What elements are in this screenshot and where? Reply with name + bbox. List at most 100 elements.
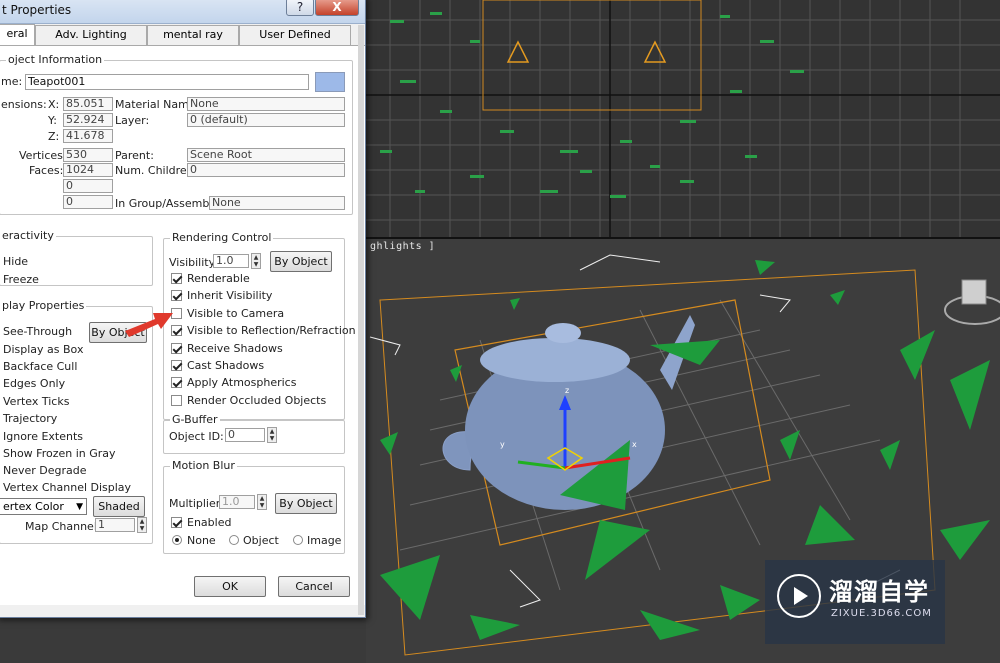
- parent-value: Scene Root: [187, 148, 345, 162]
- visible-to-camera-label: Visible to Camera: [187, 307, 285, 320]
- watermark-cn: 溜溜自学: [829, 578, 929, 606]
- faces-value: 1024: [63, 163, 113, 177]
- parent-label: Parent:: [115, 149, 154, 162]
- annotation-arrow-icon: [125, 313, 173, 337]
- visibility-by-object-button[interactable]: By Object: [270, 251, 332, 272]
- play-logo-icon: [777, 574, 821, 618]
- material-name-value: None: [187, 97, 345, 111]
- renderable-checkbox[interactable]: [171, 273, 182, 284]
- dialog-title: t Properties: [2, 3, 72, 17]
- cancel-button[interactable]: Cancel: [278, 576, 350, 597]
- y-dimension: 52.924: [63, 113, 113, 127]
- vertex-channel-display-option[interactable]: Vertex Channel Display: [3, 481, 131, 494]
- num-children-value: 0: [187, 163, 345, 177]
- map-channel-label: Map Channel:: [25, 520, 101, 533]
- interactivity-title: eractivity: [0, 229, 56, 242]
- motion-blur-title: Motion Blur: [170, 459, 237, 472]
- tab-mental-ray[interactable]: mental ray: [147, 25, 239, 45]
- tab-adv-lighting[interactable]: Adv. Lighting: [35, 25, 147, 45]
- object-properties-dialog: t Properties ? X eral Adv. Lighting ment…: [0, 0, 366, 618]
- name-label: me:: [1, 75, 23, 88]
- render-occluded-label: Render Occluded Objects: [187, 394, 327, 407]
- shaded-button[interactable]: Shaded: [93, 496, 145, 517]
- cast-shadows-checkbox[interactable]: [171, 360, 182, 371]
- object-id-label: Object ID:: [169, 430, 224, 443]
- visibility-label: Visibility:: [169, 256, 219, 269]
- layer-value: 0 (default): [187, 113, 345, 127]
- name-input[interactable]: Teapot001: [25, 74, 309, 90]
- visible-to-reflection-label: Visible to Reflection/Refraction: [187, 324, 356, 337]
- title-bar[interactable]: t Properties ? X: [0, 0, 365, 24]
- object-color-swatch[interactable]: [315, 72, 345, 92]
- map-channel-spinner[interactable]: ▲ ▼: [137, 517, 147, 533]
- faces-label: Faces:: [29, 164, 64, 177]
- motion-blur-object-radio[interactable]: [229, 535, 239, 545]
- group-assembly-label: In Group/Assembly:: [115, 197, 222, 210]
- tab-general[interactable]: eral: [0, 24, 35, 46]
- never-degrade-option[interactable]: Never Degrade: [3, 464, 87, 477]
- extra-field-2: 0: [63, 195, 113, 209]
- x-dimension: 85.051: [63, 97, 113, 111]
- gizmo-y-label: y: [500, 440, 505, 449]
- display-properties-title: play Properties: [0, 299, 87, 312]
- motion-blur-image-radio[interactable]: [293, 535, 303, 545]
- watermark-en: ZIXUE.3D66.COM: [831, 608, 932, 619]
- vertex-ticks-option[interactable]: Vertex Ticks: [3, 395, 69, 408]
- hide-option[interactable]: Hide: [3, 255, 28, 268]
- group-assembly-value: None: [209, 196, 345, 210]
- ok-button[interactable]: OK: [194, 576, 266, 597]
- inherit-visibility-checkbox[interactable]: [171, 290, 182, 301]
- motion-blur-enabled-checkbox[interactable]: [171, 517, 182, 528]
- gizmo-z-label: z: [565, 386, 570, 395]
- vertices-label: Vertices:: [19, 149, 67, 162]
- map-channel-input[interactable]: 1: [95, 518, 135, 532]
- edges-only-option[interactable]: Edges Only: [3, 377, 65, 390]
- trajectory-option[interactable]: Trajectory: [3, 412, 57, 425]
- multiplier-input[interactable]: 1.0: [219, 495, 255, 509]
- object-id-input[interactable]: 0: [225, 428, 265, 442]
- close-button[interactable]: X: [315, 0, 359, 16]
- inherit-visibility-label: Inherit Visibility: [187, 289, 273, 302]
- layer-label: Layer:: [115, 114, 150, 127]
- motion-blur-none-label: None: [187, 534, 216, 547]
- receive-shadows-checkbox[interactable]: [171, 343, 182, 354]
- vertex-color-value: ertex Color: [3, 500, 64, 513]
- z-dimension: 41.678: [63, 129, 113, 143]
- extra-field-1: 0: [63, 179, 113, 193]
- watermark: 溜溜自学 ZIXUE.3D66.COM: [765, 560, 945, 644]
- show-frozen-gray-option[interactable]: Show Frozen in Gray: [3, 447, 116, 460]
- dialog-scrollbar[interactable]: [358, 25, 364, 615]
- y-label: Y:: [48, 114, 57, 127]
- render-occluded-checkbox[interactable]: [171, 395, 182, 406]
- renderable-label: Renderable: [187, 272, 250, 285]
- apply-atmospherics-checkbox[interactable]: [171, 377, 182, 388]
- gbuffer-title: G-Buffer: [170, 413, 220, 426]
- num-children-label: Num. Children:: [115, 164, 198, 177]
- multiplier-spinner[interactable]: ▲ ▼: [257, 494, 267, 510]
- visibility-spinner[interactable]: ▲ ▼: [251, 253, 261, 269]
- backface-cull-option[interactable]: Backface Cull: [3, 360, 77, 373]
- vertex-color-select[interactable]: ertex Color ▼: [0, 498, 87, 515]
- motion-blur-object-label: Object: [243, 534, 279, 547]
- viewport-label: ghlights ]: [370, 241, 436, 252]
- object-id-spinner[interactable]: ▲ ▼: [267, 427, 277, 443]
- see-through-option[interactable]: See-Through: [3, 325, 72, 338]
- gizmo-x-label: x: [632, 440, 637, 449]
- motion-blur-by-object-button[interactable]: By Object: [275, 493, 337, 514]
- display-as-box-option[interactable]: Display as Box: [3, 343, 83, 356]
- ignore-extents-option[interactable]: Ignore Extents: [3, 430, 83, 443]
- dimensions-label: ensions:: [1, 98, 47, 111]
- help-button[interactable]: ?: [286, 0, 314, 16]
- cast-shadows-label: Cast Shadows: [187, 359, 265, 372]
- tab-user-defined[interactable]: User Defined: [239, 25, 351, 45]
- visibility-input[interactable]: 1.0: [213, 254, 249, 268]
- motion-blur-enabled-label: Enabled: [187, 516, 232, 529]
- receive-shadows-label: Receive Shadows: [187, 342, 283, 355]
- freeze-option[interactable]: Freeze: [3, 273, 39, 286]
- object-information-title: oject Information: [6, 53, 105, 66]
- motion-blur-none-radio[interactable]: [172, 535, 182, 545]
- general-tab-panel: oject Information me: Teapot001 ensions:…: [0, 45, 365, 605]
- x-label: X:: [48, 98, 60, 111]
- vertices-value: 530: [63, 148, 113, 162]
- chevron-down-icon: ▼: [76, 502, 83, 512]
